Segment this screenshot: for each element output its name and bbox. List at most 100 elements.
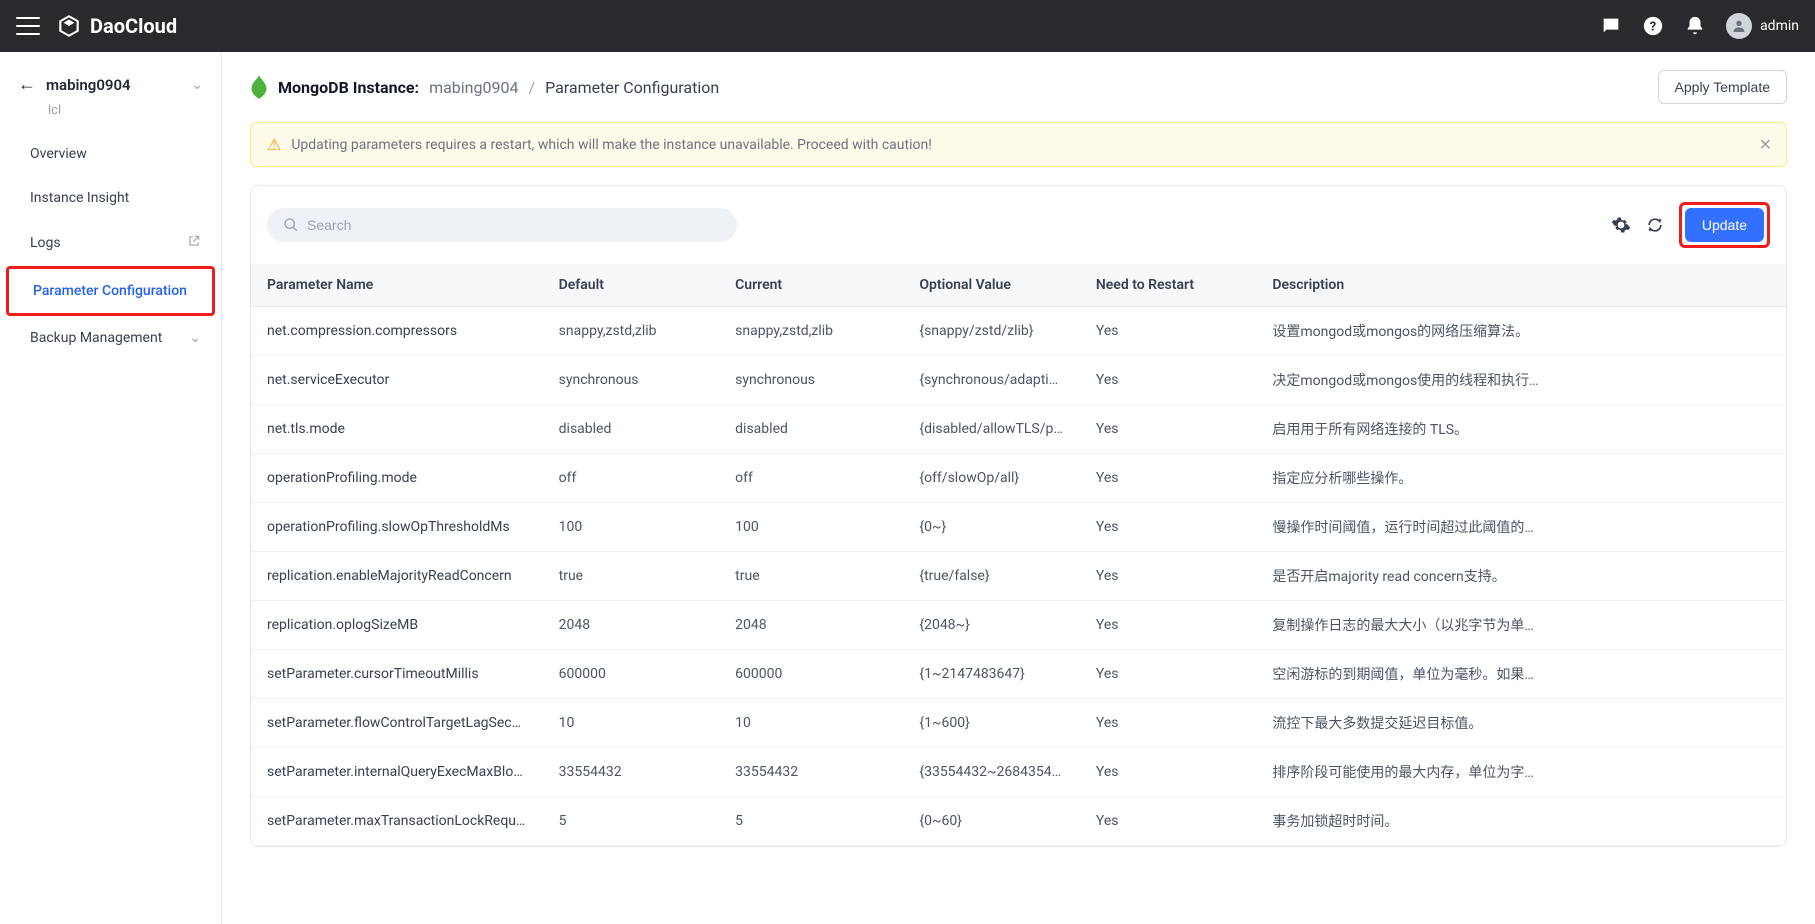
cell-restart: Yes [1080, 503, 1257, 552]
table-row[interactable]: net.compression.compressorssnappy,zstd,z… [251, 307, 1786, 356]
sidebar-item-overview[interactable]: Overview [0, 132, 221, 176]
cell-description: 排序阶段可能使用的最大内存，单位为字… [1256, 748, 1786, 797]
table-row[interactable]: replication.oplogSizeMB20482048{2048~}Ye… [251, 601, 1786, 650]
cell-current: 100 [719, 503, 903, 552]
menu-toggle[interactable] [16, 17, 40, 35]
messages-icon[interactable] [1600, 15, 1622, 37]
cell-default: 33554432 [543, 748, 720, 797]
cell-optional: {0~60} [903, 797, 1080, 846]
toolbar-actions: Update [1611, 202, 1770, 248]
search-box[interactable] [267, 208, 737, 242]
gear-icon[interactable] [1611, 215, 1631, 235]
th-restart: Need to Restart [1080, 264, 1257, 307]
sidebar: ← mabing0904 ⌄ lcl Overview Instance Ins… [0, 52, 222, 924]
close-icon[interactable]: ✕ [1759, 135, 1772, 154]
cell-default: 10 [543, 699, 720, 748]
table-row[interactable]: net.tls.modedisableddisabled{disabled/al… [251, 405, 1786, 454]
breadcrumb-instance[interactable]: mabing0904 [429, 78, 518, 97]
table-row[interactable]: operationProfiling.modeoffoff{off/slowOp… [251, 454, 1786, 503]
user-menu[interactable]: admin [1726, 13, 1799, 39]
cell-restart: Yes [1080, 356, 1257, 405]
table-row[interactable]: net.serviceExecutorsynchronoussynchronou… [251, 356, 1786, 405]
cell-restart: Yes [1080, 797, 1257, 846]
table-row[interactable]: setParameter.maxTransactionLockReque…55{… [251, 797, 1786, 846]
cell-name: setParameter.flowControlTargetLagSeco… [251, 699, 543, 748]
cell-default: off [543, 454, 720, 503]
parameters-table: Parameter Name Default Current Optional … [251, 264, 1786, 846]
bell-icon[interactable] [1684, 15, 1706, 37]
brand-icon [56, 13, 82, 39]
main-content: MongoDB Instance: mabing0904 / Parameter… [222, 52, 1815, 924]
cell-restart: Yes [1080, 748, 1257, 797]
update-button[interactable]: Update [1685, 208, 1764, 242]
highlight-update-button: Update [1679, 202, 1770, 248]
th-current: Current [719, 264, 903, 307]
user-name: admin [1760, 18, 1799, 34]
brand[interactable]: DaoCloud [56, 13, 177, 39]
sidebar-item-backup-management[interactable]: Backup Management ⌄ [0, 316, 221, 360]
breadcrumb-prefix: MongoDB Instance: [278, 78, 419, 97]
table-row[interactable]: operationProfiling.slowOpThresholdMs1001… [251, 503, 1786, 552]
table-row[interactable]: setParameter.cursorTimeoutMillis60000060… [251, 650, 1786, 699]
cell-default: disabled [543, 405, 720, 454]
cell-optional: {33554432~2684354… [903, 748, 1080, 797]
cell-restart: Yes [1080, 650, 1257, 699]
th-description: Description [1256, 264, 1786, 307]
alert-text: Updating parameters requires a restart, … [291, 137, 1770, 153]
cell-name: setParameter.maxTransactionLockReque… [251, 797, 543, 846]
cell-default: 5 [543, 797, 720, 846]
mongodb-leaf-icon [250, 75, 268, 99]
page-header: MongoDB Instance: mabing0904 / Parameter… [222, 52, 1815, 122]
highlight-parameter-configuration: Parameter Configuration [6, 266, 215, 316]
apply-template-button[interactable]: Apply Template [1658, 70, 1787, 104]
cell-description: 启用用于所有网络连接的 TLS。 [1256, 405, 1786, 454]
help-icon[interactable]: ? [1642, 15, 1664, 37]
svg-text:?: ? [1650, 20, 1656, 35]
cell-optional: {synchronous/adaptive} [903, 356, 1080, 405]
chevron-down-icon[interactable]: ⌄ [191, 77, 203, 93]
table-row[interactable]: setParameter.internalQueryExecMaxBloc…33… [251, 748, 1786, 797]
brand-text: DaoCloud [90, 14, 177, 38]
sidebar-item-instance-insight[interactable]: Instance Insight [0, 176, 221, 220]
cell-default: true [543, 552, 720, 601]
cell-name: net.tls.mode [251, 405, 543, 454]
back-arrow-icon[interactable]: ← [18, 74, 36, 95]
cell-name: net.serviceExecutor [251, 356, 543, 405]
sidebar-item-parameter-configuration[interactable]: Parameter Configuration [9, 269, 212, 313]
search-input[interactable] [307, 217, 721, 233]
cell-optional: {2048~} [903, 601, 1080, 650]
warning-alert: ⚠ Updating parameters requires a restart… [250, 122, 1787, 167]
avatar-icon [1726, 13, 1752, 39]
cell-name: net.compression.compressors [251, 307, 543, 356]
chevron-down-icon: ⌄ [189, 330, 201, 346]
table-row[interactable]: replication.enableMajorityReadConcerntru… [251, 552, 1786, 601]
cell-restart: Yes [1080, 454, 1257, 503]
cell-current: 600000 [719, 650, 903, 699]
cell-restart: Yes [1080, 699, 1257, 748]
cell-name: setParameter.cursorTimeoutMillis [251, 650, 543, 699]
cell-description: 流控下最大多数提交延迟目标值。 [1256, 699, 1786, 748]
cell-optional: {1~2147483647} [903, 650, 1080, 699]
cell-name: setParameter.internalQueryExecMaxBloc… [251, 748, 543, 797]
cell-current: 10 [719, 699, 903, 748]
cell-name: operationProfiling.slowOpThresholdMs [251, 503, 543, 552]
cell-name: replication.oplogSizeMB [251, 601, 543, 650]
topbar-right: ? admin [1600, 13, 1799, 39]
warning-icon: ⚠ [267, 135, 281, 154]
cell-current: off [719, 454, 903, 503]
sidebar-item-label: Logs [30, 235, 61, 251]
cell-restart: Yes [1080, 552, 1257, 601]
cell-optional: {snappy/zstd/zlib} [903, 307, 1080, 356]
cell-optional: {0~} [903, 503, 1080, 552]
cell-default: synchronous [543, 356, 720, 405]
th-name: Parameter Name [251, 264, 543, 307]
sidebar-item-logs[interactable]: Logs [0, 220, 221, 266]
table-row[interactable]: setParameter.flowControlTargetLagSeco…10… [251, 699, 1786, 748]
refresh-icon[interactable] [1645, 215, 1665, 235]
cell-description: 决定mongod或mongos使用的线程和执行… [1256, 356, 1786, 405]
cell-optional: {1~600} [903, 699, 1080, 748]
sidebar-item-label: Parameter Configuration [33, 283, 187, 299]
th-optional: Optional Value [903, 264, 1080, 307]
instance-subtitle: lcl [0, 99, 221, 132]
sidebar-header: ← mabing0904 ⌄ [0, 68, 221, 99]
